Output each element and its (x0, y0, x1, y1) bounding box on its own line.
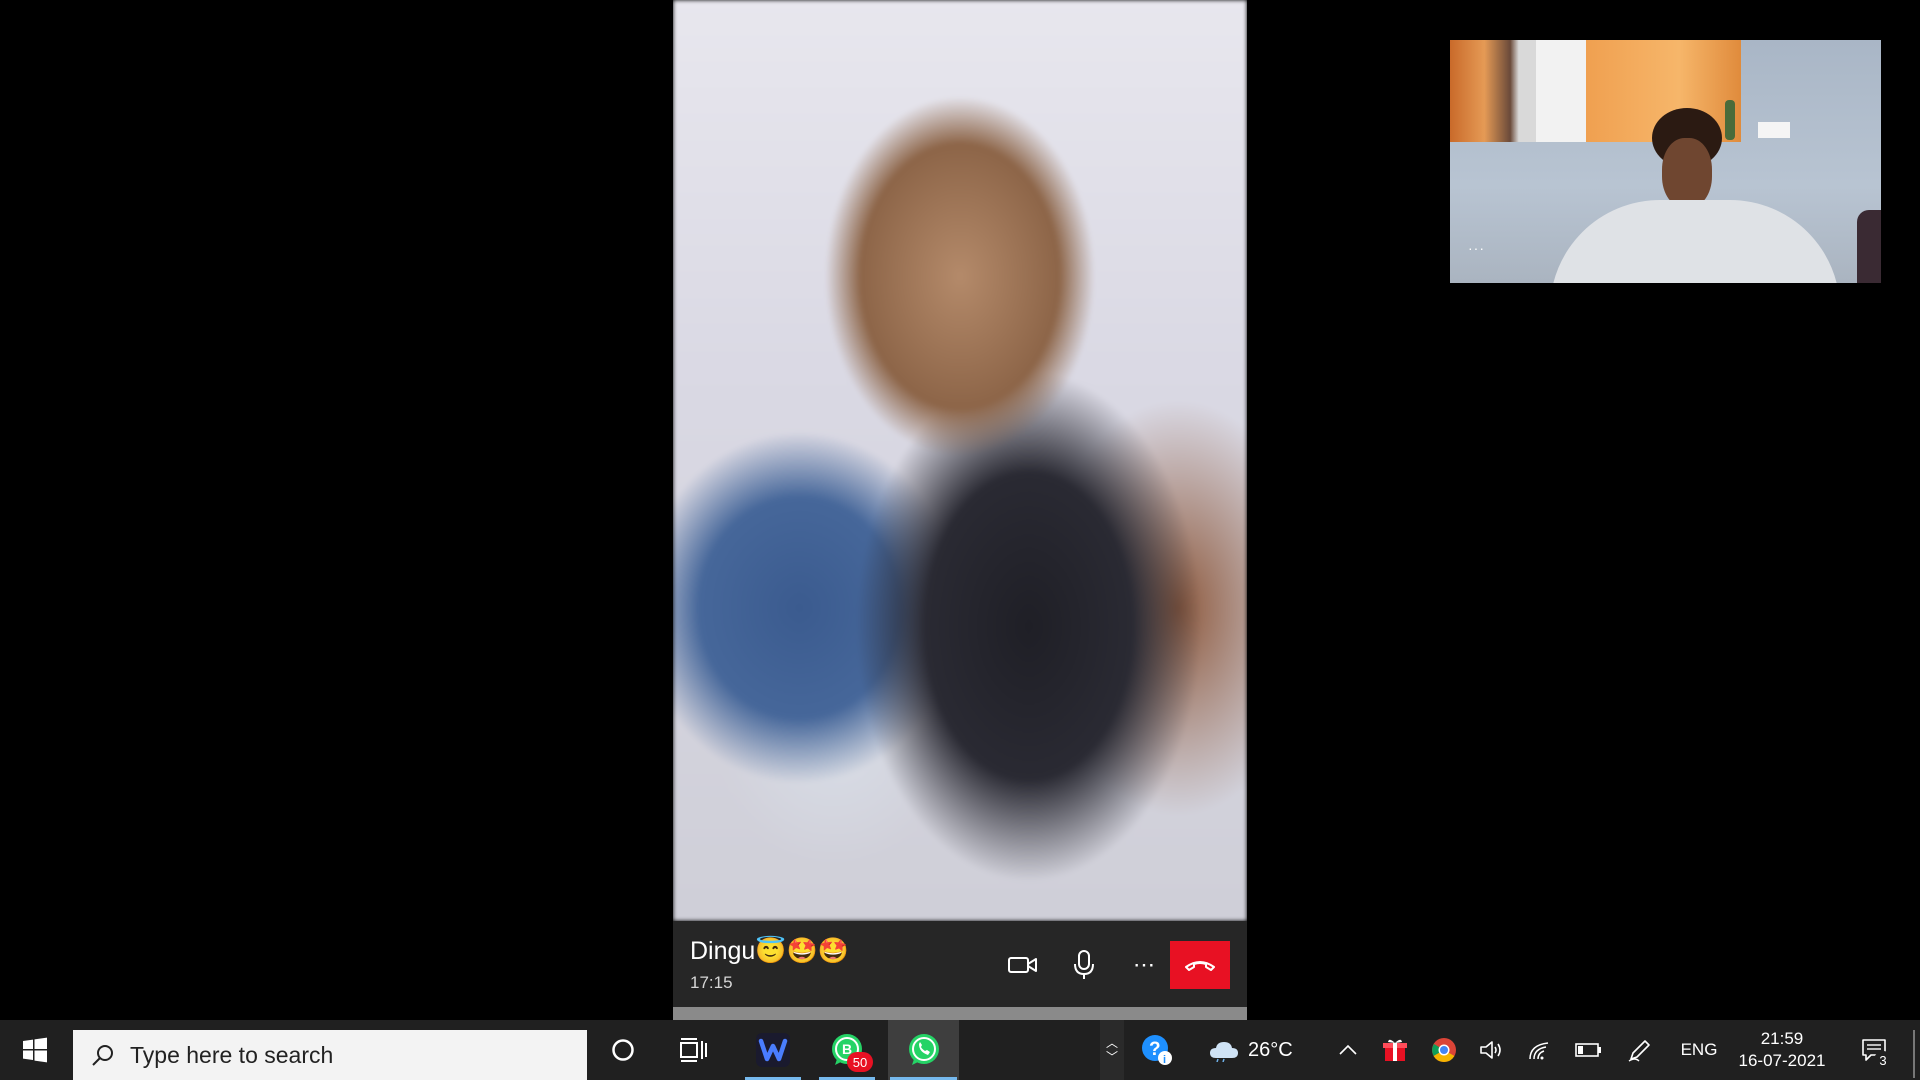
cortana-icon (612, 1039, 634, 1061)
self-video-preview[interactable]: ··· (1450, 40, 1881, 283)
cortana-button[interactable] (595, 1020, 651, 1080)
gift-icon (1383, 1039, 1407, 1061)
clock[interactable]: 21:59 16-07-2021 (1730, 1020, 1834, 1080)
taskbar: Type here to search B 50 ︿ ﹀ ? i 26°C EN… (0, 1020, 1920, 1080)
task-view-icon (680, 1038, 707, 1062)
pen-icon (1628, 1040, 1650, 1062)
whatsapp-icon (908, 1034, 939, 1065)
chevron-up-icon[interactable]: ︿ (1106, 1036, 1118, 1050)
show-desktop-button[interactable] (1913, 1030, 1915, 1078)
more-icon: ⋯ (1133, 952, 1157, 977)
chrome-icon (1432, 1038, 1456, 1063)
w-app-icon (756, 1033, 790, 1067)
clock-time: 21:59 (1760, 1029, 1804, 1048)
call-bar-divider (673, 1007, 1247, 1020)
network-button[interactable] (1525, 1020, 1555, 1080)
search-placeholder: Type here to search (130, 1041, 334, 1068)
battery-button[interactable] (1572, 1020, 1606, 1080)
taskbar-app-whatsapp[interactable] (888, 1020, 959, 1080)
show-hidden-icons-button[interactable] (1333, 1020, 1363, 1080)
battery-icon (1575, 1043, 1601, 1057)
more-options-button[interactable]: ⋯ (1123, 943, 1167, 987)
task-view-button[interactable] (666, 1020, 722, 1080)
volume-button[interactable] (1476, 1020, 1506, 1080)
weather-widget[interactable]: 26°C (1208, 1020, 1308, 1080)
remote-video-feed (673, 0, 1247, 921)
microphone-toggle-button[interactable] (1062, 943, 1106, 987)
call-control-bar: Dingu😇🤩🤩 17:15 ⋯ (673, 921, 1247, 1007)
input-language[interactable]: ENG (1676, 1020, 1722, 1080)
remote-video (673, 0, 1247, 921)
search-icon (92, 1045, 113, 1066)
taskbar-scroll[interactable]: ︿ ﹀ (1100, 1020, 1124, 1080)
preview-options-icon[interactable]: ··· (1468, 240, 1485, 256)
end-call-button[interactable] (1170, 941, 1230, 989)
notification-count: 3 (1874, 1051, 1892, 1069)
unread-badge: 50 (847, 1052, 873, 1072)
start-button[interactable] (0, 1020, 70, 1080)
chevron-down-icon[interactable]: ﹀ (1106, 1050, 1118, 1064)
gift-tray-icon[interactable] (1380, 1020, 1410, 1080)
video-camera-icon (1008, 957, 1037, 973)
pen-workspace-button[interactable] (1625, 1020, 1655, 1080)
windows-icon (23, 1037, 47, 1063)
call-duration: 17:15 (690, 973, 733, 992)
help-tray-icon[interactable]: ? i (1137, 1020, 1177, 1080)
wifi-icon (1529, 1042, 1549, 1060)
temperature: 26°C (1248, 1038, 1293, 1061)
svg-text:i: i (1163, 1054, 1166, 1066)
microphone-icon (1074, 950, 1094, 979)
help-icon: ? i (1142, 1035, 1172, 1066)
video-toggle-button[interactable] (1001, 943, 1045, 987)
hang-up-icon (1185, 961, 1215, 971)
action-center-button[interactable]: 3 (1850, 1020, 1898, 1080)
caller-name: Dingu😇🤩🤩 (690, 937, 849, 965)
taskbar-app-w[interactable] (743, 1020, 803, 1080)
clock-date: 16-07-2021 (1738, 1051, 1826, 1070)
chevron-up-icon (1339, 1044, 1357, 1055)
taskbar-app-whatsapp-business[interactable]: B 50 (817, 1020, 877, 1080)
cloud-icon (1210, 1042, 1238, 1062)
speaker-icon (1480, 1041, 1501, 1059)
chrome-tray-icon[interactable] (1428, 1020, 1460, 1080)
search-box[interactable]: Type here to search (73, 1030, 587, 1080)
